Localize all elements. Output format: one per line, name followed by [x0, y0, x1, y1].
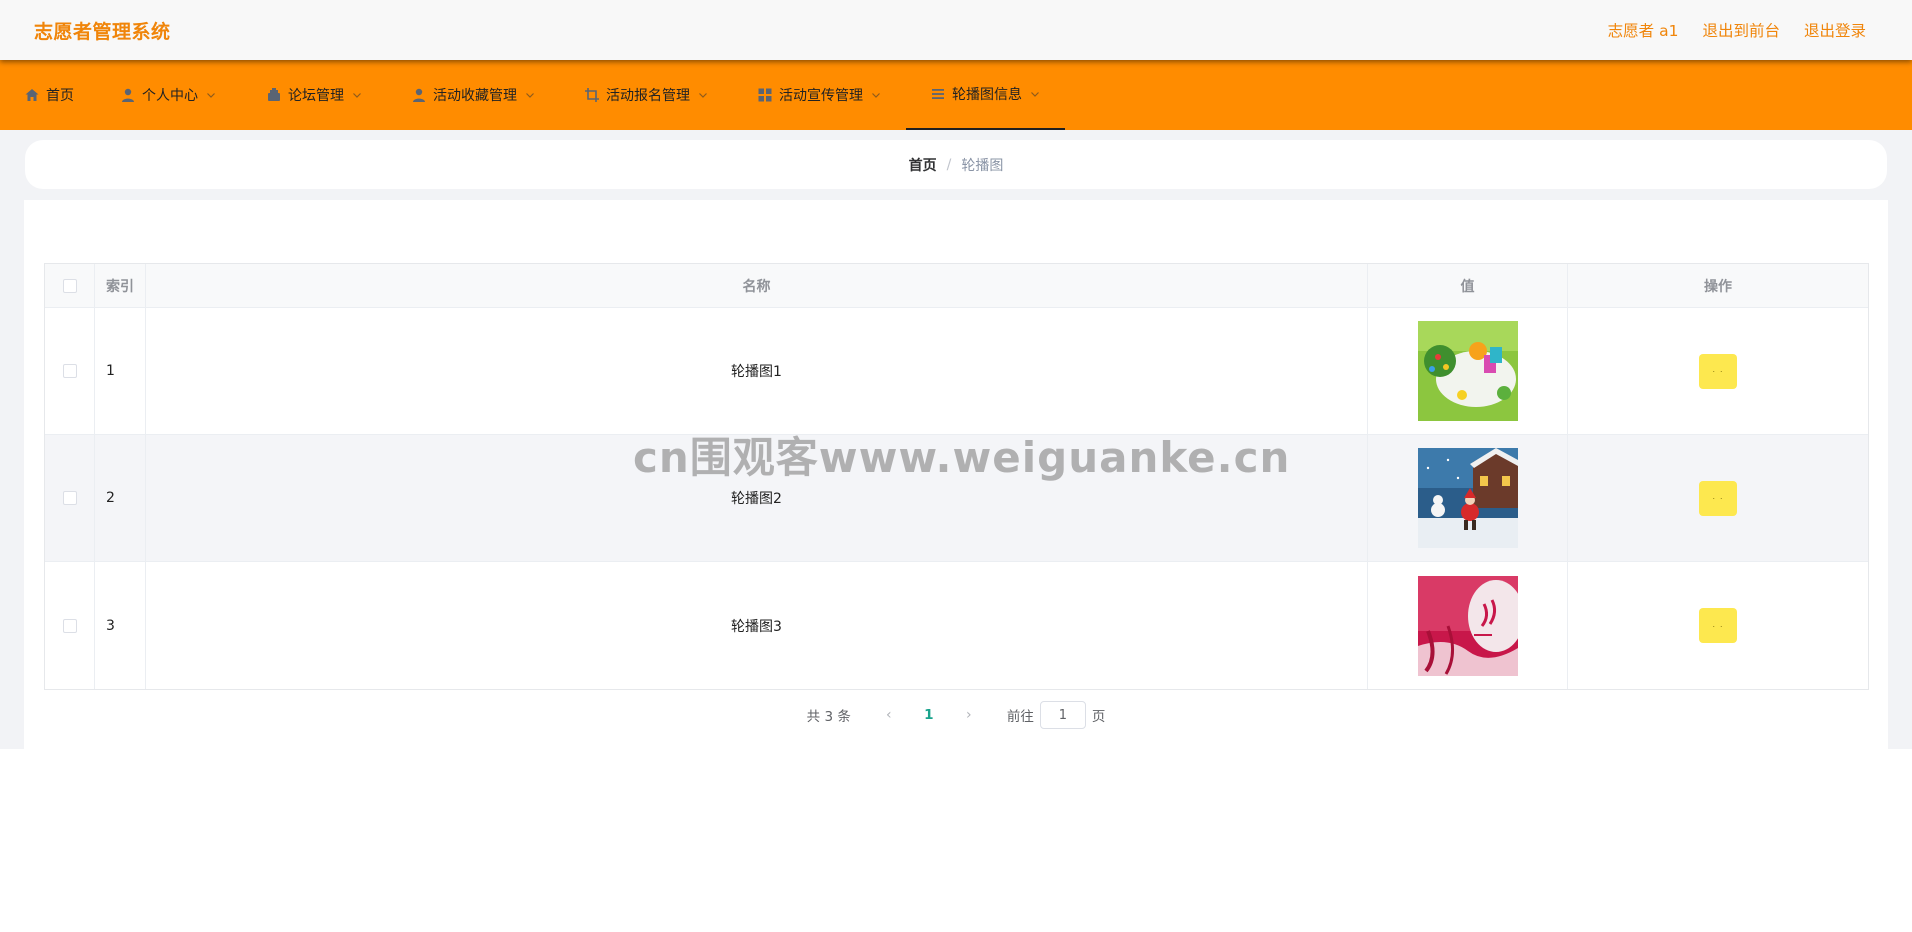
user-icon	[411, 87, 427, 103]
app-title: 志愿者管理系统	[34, 21, 171, 43]
row-checkbox[interactable]	[62, 364, 77, 378]
breadcrumb-home[interactable]: 首页	[909, 155, 937, 175]
forum-icon	[266, 87, 282, 103]
table-row: 3 轮播图3 · ·	[45, 562, 1868, 689]
page-number-current[interactable]: 1	[909, 707, 949, 723]
row-ops-cell: · ·	[1568, 562, 1868, 689]
grid-icon	[757, 87, 773, 103]
column-header: 值	[1460, 278, 1475, 295]
nav-item-forum[interactable]: 论坛管理	[266, 60, 362, 130]
nav-item-personal-center[interactable]: 个人中心	[120, 60, 216, 130]
nav-item-activity-promo[interactable]: 活动宣传管理	[757, 60, 881, 130]
row-checkbox[interactable]	[62, 618, 77, 633]
carousel-thumbnail-image[interactable]	[1417, 321, 1518, 421]
goto-label: 前往	[1006, 709, 1034, 725]
nav-item-label: 个人中心	[142, 88, 198, 104]
row-index-cell: 1	[95, 308, 146, 434]
next-page-button[interactable]: ›	[949, 707, 989, 723]
table-header: 索引 名称 值 操作	[45, 264, 1868, 308]
row-name-cell: 轮播图3	[146, 562, 1368, 689]
top-links: 志愿者 a1 退出到前台 退出登录	[1608, 19, 1866, 41]
row-name: 轮播图3	[731, 618, 782, 635]
column-header: 索引	[106, 278, 134, 295]
row-index: 1	[106, 363, 115, 379]
row-action-button[interactable]: · ·	[1699, 353, 1737, 389]
pagination: 共 3 条 ‹ 1 › 前往 页	[0, 700, 1912, 730]
chevron-down-icon	[1030, 89, 1040, 99]
row-value-cell	[1368, 308, 1568, 434]
chevron-down-icon	[871, 90, 881, 100]
header-value: 值	[1368, 264, 1568, 307]
column-header: 操作	[1704, 278, 1732, 295]
nav-item-home[interactable]: 首页	[24, 60, 74, 130]
select-all-checkbox[interactable]	[62, 278, 77, 293]
row-action-button[interactable]: · ·	[1699, 608, 1737, 643]
nav-item-activity-favorites[interactable]: 活动收藏管理	[411, 60, 535, 130]
carousel-thumbnail-image[interactable]	[1417, 575, 1518, 676]
row-value-cell	[1368, 435, 1568, 561]
carousel-table: 索引 名称 值 操作 1 轮播图1 · · 2 轮播图2 · · 3 轮播图3 …	[44, 263, 1869, 690]
header-index: 索引	[95, 264, 146, 307]
row-index: 3	[106, 617, 115, 634]
breadcrumb-current: 轮播图	[961, 157, 1004, 174]
table-row: 2 轮播图2 · ·	[45, 435, 1868, 562]
header-checkbox-cell	[45, 264, 95, 307]
row-checkbox-cell	[45, 308, 95, 434]
row-value-cell	[1368, 562, 1568, 689]
header-name: 名称	[146, 264, 1368, 307]
logout-link[interactable]: 退出登录	[1804, 19, 1866, 41]
user-label[interactable]: 志愿者 a1	[1608, 19, 1679, 41]
main-navbar: 首页 个人中心 论坛管理 活动收藏管理 活动报名管理 活动宣传管理 轮播图信息	[0, 60, 1912, 130]
page-unit-label: 页	[1091, 709, 1106, 725]
row-checkbox[interactable]	[62, 491, 77, 505]
row-action-button[interactable]: · ·	[1699, 480, 1737, 516]
row-checkbox-cell	[45, 562, 95, 689]
row-name: 轮播图1	[731, 364, 782, 380]
user-icon	[120, 87, 136, 103]
pagination-total: 共 3 条	[806, 709, 851, 725]
nav-item-label: 首页	[46, 88, 74, 104]
nav-item-label: 活动报名管理	[606, 88, 690, 104]
header-ops: 操作	[1568, 264, 1868, 307]
crop-icon	[584, 87, 600, 103]
back-to-front-link[interactable]: 退出到前台	[1702, 19, 1780, 41]
chevron-down-icon	[352, 90, 362, 100]
nav-item-activity-signup[interactable]: 活动报名管理	[584, 60, 708, 130]
row-ops-cell: · ·	[1568, 308, 1868, 434]
row-ops-cell: · ·	[1568, 435, 1868, 561]
row-name-cell: 轮播图2	[146, 435, 1368, 561]
chevron-down-icon	[206, 90, 216, 100]
breadcrumb-separator: /	[946, 156, 952, 173]
carousel-thumbnail-image[interactable]	[1417, 448, 1518, 548]
row-index-cell: 3	[95, 562, 146, 689]
row-index-cell: 2	[95, 435, 146, 561]
row-index: 2	[106, 490, 115, 506]
nav-item-label: 轮播图信息	[952, 87, 1022, 103]
breadcrumb: 首页 / 轮播图	[25, 140, 1887, 189]
table-row: 1 轮播图1 · ·	[45, 308, 1868, 435]
nav-item-carousel[interactable]: 轮播图信息	[906, 60, 1065, 130]
row-checkbox-cell	[45, 435, 95, 561]
list-icon	[930, 86, 946, 102]
nav-item-label: 论坛管理	[288, 88, 344, 104]
row-name: 轮播图2	[731, 491, 782, 507]
chevron-down-icon	[525, 90, 535, 100]
top-header: 志愿者管理系统 志愿者 a1 退出到前台 退出登录	[0, 0, 1912, 60]
goto-page-input[interactable]	[1039, 701, 1086, 729]
nav-item-label: 活动收藏管理	[433, 88, 517, 104]
prev-page-button[interactable]: ‹	[869, 707, 909, 723]
column-header: 名称	[742, 278, 771, 295]
nav-item-label: 活动宣传管理	[779, 88, 863, 104]
home-icon	[24, 87, 40, 103]
chevron-down-icon	[698, 90, 708, 100]
row-name-cell: 轮播图1	[146, 308, 1368, 434]
